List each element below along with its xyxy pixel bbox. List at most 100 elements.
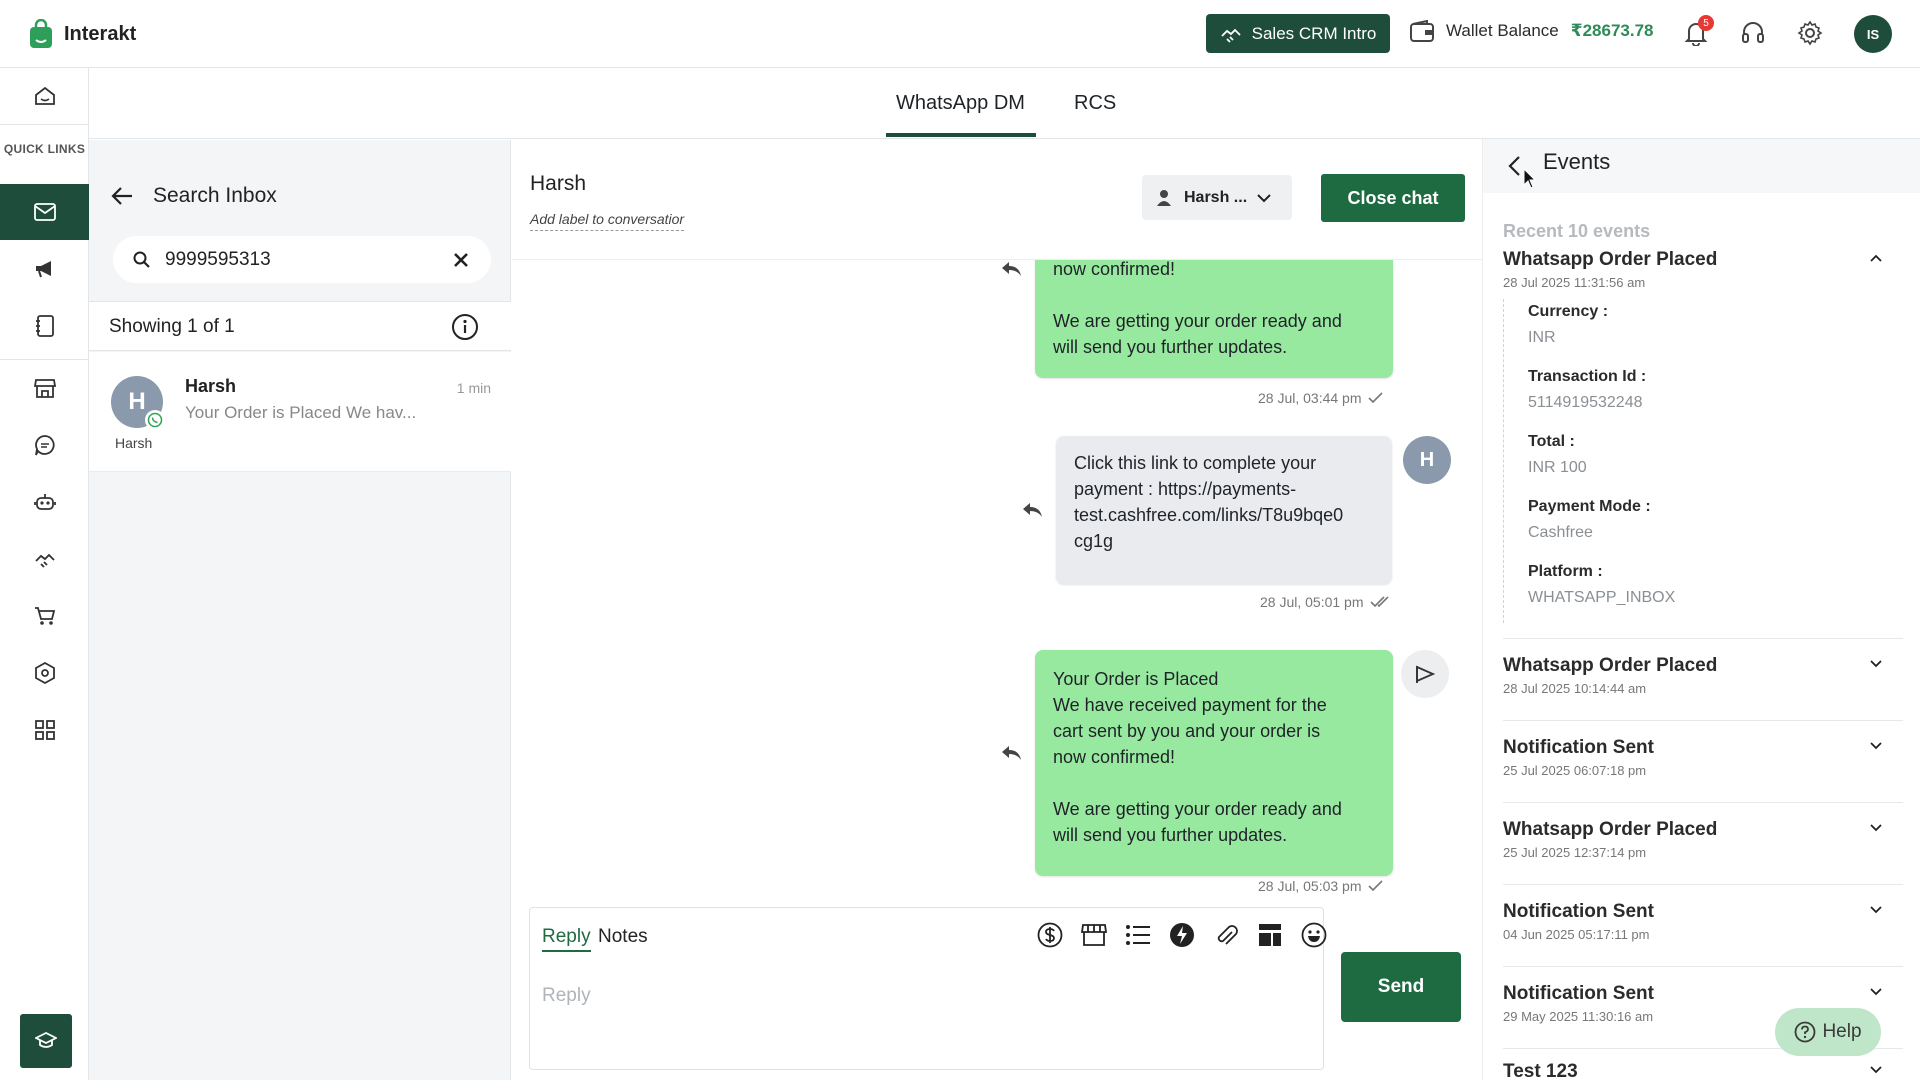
wallet-label: Wallet Balance (1446, 21, 1559, 40)
help-button[interactable]: Help (1775, 1008, 1881, 1056)
reply-input[interactable] (542, 976, 1312, 1016)
message-timestamp: 28 Jul, 03:44 pm (1258, 390, 1362, 406)
handshake-icon (34, 553, 55, 568)
app-logo[interactable]: Interakt (28, 19, 136, 49)
notifications-button[interactable]: 5 (1680, 15, 1714, 49)
event-field: Platform : WHATSAPP_INBOX (1528, 563, 1675, 607)
event-date: 28 Jul 2025 10:14:44 am (1503, 681, 1647, 696)
headset-icon (1742, 22, 1764, 43)
payment-icon[interactable] (1035, 920, 1065, 950)
contact-preview: Your Order is Placed We hav... (185, 403, 417, 422)
help-label: Help (1822, 1021, 1862, 1042)
bot-avatar (1401, 650, 1449, 698)
event-item[interactable]: Test 123 (1503, 1061, 1903, 1080)
nav-orders[interactable] (0, 588, 89, 644)
chevron-down-icon[interactable] (1869, 823, 1883, 833)
close-chat-button[interactable]: Close chat (1321, 174, 1465, 222)
logo-icon (30, 19, 52, 48)
tab-notes[interactable]: Notes (598, 926, 648, 948)
chevron-down-icon[interactable] (1869, 905, 1883, 915)
nav-apps[interactable] (0, 702, 89, 758)
inbox-title: Search Inbox (153, 184, 277, 207)
robot-icon (33, 494, 56, 510)
event-date: 04 Jun 2025 05:17:11 pm (1503, 927, 1650, 942)
academy-button[interactable] (20, 1014, 72, 1068)
event-field: Total : INR 100 (1528, 433, 1587, 477)
chevron-down-icon[interactable] (1869, 987, 1883, 997)
event-item[interactable]: Notification Sent 04 Jun 2025 05:17:11 p… (1503, 901, 1903, 942)
message-line: cg1g (1074, 531, 1114, 551)
results-count-bar: Showing 1 of 1 (89, 301, 511, 351)
message-meta: 28 Jul, 03:44 pm (1258, 390, 1384, 406)
chevron-down-icon[interactable] (1869, 659, 1883, 669)
message-line: test.cashfree.com/links/T8u9bqe0 (1074, 505, 1344, 525)
events-panel: Events Recent 10 events Whatsapp Order P… (1482, 139, 1920, 1080)
inbox-header: Search Inbox (111, 184, 277, 208)
info-icon[interactable] (451, 313, 479, 341)
home-icon (34, 86, 55, 105)
nav-contacts[interactable] (0, 298, 89, 354)
event-field-key: Total : (1528, 433, 1575, 450)
chevron-left-icon[interactable] (1507, 155, 1521, 177)
nav-commerce[interactable] (0, 360, 89, 416)
event-divider (1503, 884, 1903, 885)
quick-reply-icon[interactable] (1167, 920, 1197, 950)
template-icon[interactable] (1255, 920, 1285, 950)
attachment-icon[interactable] (1211, 920, 1241, 950)
nav-integrations[interactable] (0, 645, 89, 701)
reply-icon[interactable] (1000, 260, 1022, 278)
send-button[interactable]: Send (1341, 952, 1461, 1022)
event-divider (1503, 966, 1903, 967)
message-line: payment : https://payments- (1074, 479, 1297, 499)
chevron-up-icon[interactable] (1869, 253, 1883, 263)
catalog-icon[interactable] (1079, 920, 1109, 950)
nav-home[interactable] (0, 68, 89, 124)
tab-rcs[interactable]: RCS (1074, 92, 1116, 115)
message-line: Your Order is Placed (1053, 669, 1219, 689)
chevron-down-icon[interactable] (1869, 741, 1883, 751)
tab-whatsapp-dm[interactable]: WhatsApp DM (896, 92, 1025, 115)
assignee-name: Harsh ... (1184, 188, 1248, 206)
user-avatar[interactable]: IS (1854, 15, 1892, 53)
nav-sales-crm[interactable] (0, 531, 89, 587)
contact-list-item[interactable]: H Harsh 1 min Your Order is Placed We ha… (89, 352, 511, 472)
tab-reply[interactable]: Reply (542, 926, 591, 952)
chevron-down-icon[interactable] (1869, 1065, 1883, 1075)
sales-crm-intro-button[interactable]: Sales CRM Intro (1206, 14, 1390, 53)
emoji-icon[interactable] (1299, 920, 1329, 950)
reply-icon[interactable] (1021, 501, 1043, 519)
list-icon[interactable] (1123, 920, 1153, 950)
assignee-dropdown[interactable]: Harsh ... (1142, 175, 1292, 220)
add-label-link[interactable]: Add label to conversatior (530, 211, 685, 231)
event-item[interactable]: Whatsapp Order Placed 25 Jul 2025 12:37:… (1503, 819, 1903, 860)
wallet-balance[interactable]: Wallet Balance ₹28673.78 (1410, 20, 1654, 42)
clear-search-icon[interactable] (453, 252, 469, 268)
message-line: now confirmed! (1053, 747, 1176, 767)
chat-panel: Harsh Add label to conversatior Harsh ..… (512, 140, 1482, 1080)
send-flag-icon (1416, 665, 1436, 683)
inbox-search[interactable]: 9999595313 (113, 236, 491, 283)
event-date: 28 Jul 2025 11:31:56 am (1503, 275, 1646, 290)
nav-campaigns[interactable] (0, 241, 89, 297)
reply-icon[interactable] (1000, 744, 1022, 762)
message-bubble-outgoing[interactable]: Your Order is Placed We have received pa… (1035, 650, 1393, 876)
event-item-expanded[interactable]: Whatsapp Order Placed 28 Jul 2025 11:31:… (1503, 249, 1903, 290)
nav-conversations[interactable] (0, 417, 89, 473)
event-field: Transaction Id : 5114919532248 (1528, 368, 1646, 412)
support-button[interactable] (1737, 17, 1769, 49)
nav-inbox[interactable] (0, 184, 89, 240)
wallet-amount: ₹28673.78 (1570, 21, 1654, 40)
event-field-value: Cashfree (1528, 524, 1593, 541)
settings-button[interactable] (1794, 17, 1826, 49)
back-arrow-icon[interactable] (111, 186, 133, 206)
cart-icon (34, 607, 55, 625)
contact-subtitle: Harsh (115, 435, 153, 451)
active-tab-indicator (886, 133, 1036, 137)
search-input[interactable]: 9999595313 (165, 249, 271, 271)
nav-bots[interactable] (0, 474, 89, 530)
message-line: We are getting your order ready and (1053, 799, 1342, 819)
event-field-value: INR (1528, 329, 1556, 346)
message-bubble-incoming[interactable]: Click this link to complete your payment… (1056, 436, 1392, 584)
event-item[interactable]: Notification Sent 25 Jul 2025 06:07:18 p… (1503, 737, 1903, 778)
event-item[interactable]: Whatsapp Order Placed 28 Jul 2025 10:14:… (1503, 655, 1903, 696)
